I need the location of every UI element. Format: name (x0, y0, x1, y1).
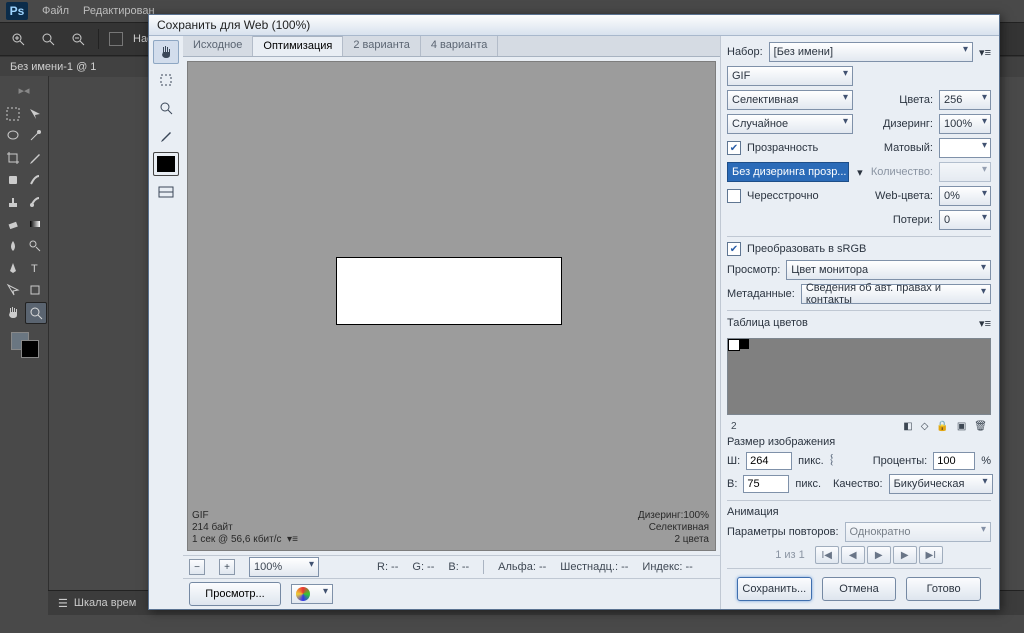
ct-icon-1[interactable]: ◧ (903, 421, 912, 432)
tool-lasso[interactable] (3, 126, 23, 146)
frame-last: ▶I (919, 546, 943, 564)
dither-input[interactable]: 100% (939, 114, 991, 134)
preview-select[interactable]: Цвет монитора (786, 260, 991, 280)
lossy-input[interactable]: 0 (939, 210, 991, 230)
preview-button[interactable]: Просмотр... (189, 582, 281, 606)
loop-select: Однократно (845, 522, 991, 542)
metadata-select[interactable]: Сведения об авт. правах и контакты (801, 284, 991, 304)
sfw-zoom-tool[interactable] (153, 96, 179, 120)
preset-menu-icon[interactable]: ▾≡ (979, 46, 991, 59)
dither-select[interactable]: Случайное (727, 114, 853, 134)
color-table[interactable] (727, 338, 991, 415)
cancel-button[interactable]: Отмена (822, 577, 897, 601)
sfw-status: − + 100% R: -- G: -- B: -- Альфа: -- Шес… (183, 555, 720, 578)
ct-swatch-black[interactable] (739, 339, 749, 349)
preset-select[interactable]: [Без имени] (769, 42, 973, 62)
preview-info-right: Дизеринг:100% Селективная 2 цвета (638, 510, 709, 546)
tool-blur[interactable] (3, 236, 23, 256)
tool-stamp[interactable] (3, 192, 23, 212)
tool-hand[interactable] (3, 302, 23, 322)
ct-icon-2[interactable]: ◇ (921, 421, 929, 432)
format-select[interactable]: GIF (727, 66, 853, 86)
zoom-out-icon[interactable] (68, 29, 88, 49)
sfw-tools (149, 36, 183, 609)
ct-icon-new[interactable]: ▣ (957, 421, 966, 432)
background-swatch[interactable] (21, 340, 39, 358)
svg-text:T: T (31, 263, 38, 275)
width-input[interactable] (746, 452, 792, 470)
tab-four-up[interactable]: 4 варианта (421, 36, 499, 56)
websnap-input[interactable]: 0% (939, 186, 991, 206)
sfw-settings: Набор: [Без имени] ▾≡ GIF Селективная Цв… (720, 36, 999, 609)
sfw-slice-vis[interactable] (153, 180, 179, 204)
tab-original[interactable]: Исходное (183, 36, 253, 56)
colors-input[interactable]: 256 (939, 90, 991, 110)
tool-dodge[interactable] (25, 236, 45, 256)
height-input[interactable] (743, 475, 789, 493)
sfw-slice-tool[interactable] (153, 68, 179, 92)
tab-optimized[interactable]: Оптимизация (253, 36, 343, 56)
save-for-web-dialog: Сохранить для Web (100%) Исходное Оптими… (148, 14, 1000, 610)
save-button[interactable]: Сохранить... (737, 577, 812, 601)
tool-move[interactable] (25, 104, 45, 124)
zoom-in-btn[interactable]: + (219, 559, 235, 575)
dialog-titlebar[interactable]: Сохранить для Web (100%) (149, 15, 999, 36)
amount-input (939, 162, 991, 182)
dialog-title-text: Сохранить для Web (100%) (157, 18, 310, 32)
menu-edit[interactable]: Редактирован (83, 5, 155, 17)
zoom-out-btn[interactable]: − (189, 559, 205, 575)
tool-zoom[interactable] (25, 302, 47, 324)
ps-logo: Ps (6, 2, 28, 20)
preview-image (336, 257, 562, 325)
sfw-hand-tool[interactable] (153, 40, 179, 64)
frame-first: I◀ (815, 546, 839, 564)
matte-select[interactable] (939, 138, 991, 158)
quality-select[interactable]: Бикубическая (889, 474, 993, 494)
tool-brush[interactable] (25, 170, 45, 190)
interlaced-checkbox[interactable] (727, 189, 741, 203)
menu-file[interactable]: Файл (42, 5, 69, 17)
reduction-select[interactable]: Селективная (727, 90, 853, 110)
browser-select[interactable] (291, 584, 333, 604)
tool-crop[interactable] (3, 148, 23, 168)
tool-type[interactable]: T (25, 258, 45, 278)
srgb-checkbox[interactable]: ✔ (727, 242, 741, 256)
zoom-icon[interactable] (38, 29, 58, 49)
sfw-tabs: Исходное Оптимизация 2 варианта 4 вариан… (183, 36, 720, 57)
trans-dither-select[interactable]: Без дизеринга прозр... (727, 162, 849, 182)
frame-prev: ◀ (841, 546, 865, 564)
tool-shape[interactable] (25, 280, 45, 300)
tool-grip[interactable]: ▸◂ (14, 80, 34, 100)
ct-icon-trash[interactable]: 🗑 (974, 421, 987, 432)
zoom-select[interactable]: 100% (249, 557, 319, 577)
tool-path[interactable] (3, 280, 23, 300)
ct-menu-icon[interactable]: ▾≡ (979, 317, 991, 330)
tool-history-brush[interactable] (25, 192, 45, 212)
tool-wand[interactable] (25, 126, 45, 146)
sfw-color-swatch[interactable] (153, 152, 179, 176)
ct-icon-3[interactable]: 🔒 (936, 421, 948, 432)
checkbox-scrubby[interactable] (109, 32, 123, 46)
sfw-canvas[interactable]: GIF 214 байт 1 сек @ 56,6 кбит/с ▾≡ Дизе… (187, 61, 716, 551)
frame-play: ▶ (867, 546, 891, 564)
zoom-in-icon[interactable] (8, 29, 28, 49)
preview-info-left: GIF 214 байт 1 сек @ 56,6 кбит/с ▾≡ (192, 510, 452, 546)
tool-marquee[interactable] (3, 104, 23, 124)
done-button[interactable]: Готово (906, 577, 981, 601)
tool-pen[interactable] (3, 258, 23, 278)
sfw-eyedrop-tool[interactable] (153, 124, 179, 148)
link-icon[interactable]: 𝄔 (830, 452, 833, 469)
frame-next: ▶ (893, 546, 917, 564)
tools-panel: ▸◂ T (0, 76, 49, 615)
percent-input[interactable] (933, 452, 975, 470)
tab-two-up[interactable]: 2 варианта (343, 36, 421, 56)
transparency-checkbox[interactable]: ✔ (727, 141, 741, 155)
tool-eyedropper[interactable] (25, 148, 45, 168)
tool-eraser[interactable] (3, 214, 23, 234)
doc-tab[interactable]: Без имени-1 @ 1 (10, 61, 96, 73)
tool-heal[interactable] (3, 170, 23, 190)
tool-gradient[interactable] (25, 214, 45, 234)
